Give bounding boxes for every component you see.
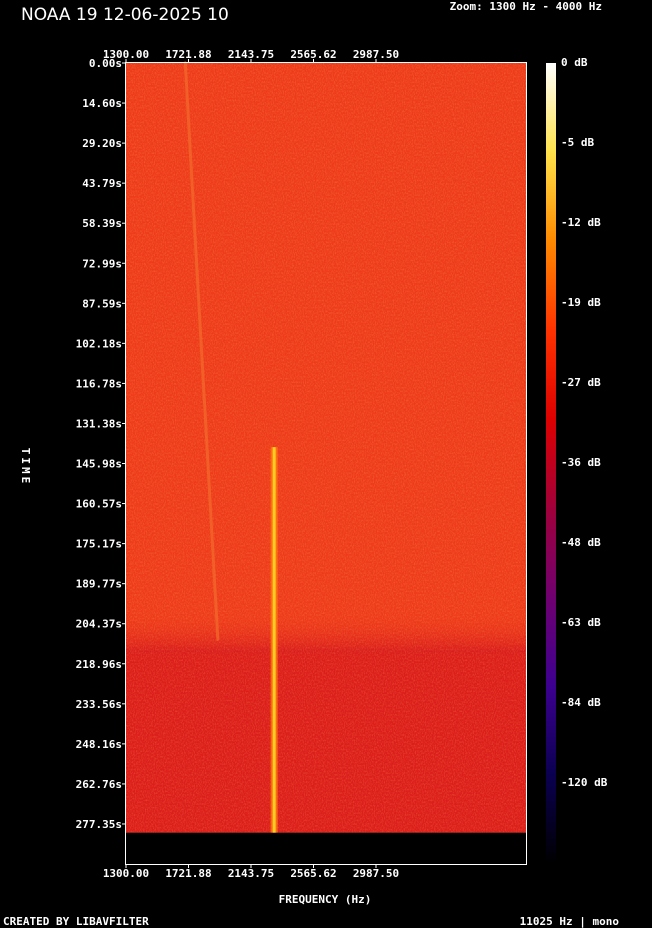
y-tick-label: 175.17s [76, 538, 122, 551]
colorbar-tick-label: -12 dB [561, 216, 601, 229]
y-tick-label: 43.79s [82, 177, 122, 190]
x-tick-bottom-label: 1721.88 [165, 867, 211, 880]
footer-sample-info: 11025 Hz | mono [519, 915, 619, 928]
y-tick-label: 233.56s [76, 698, 122, 711]
colorbar-tick-label: 0 dB [561, 56, 588, 69]
x-tick-top-label: 1721.88 [165, 48, 211, 61]
y-tick-label: 248.16s [76, 738, 122, 751]
colorbar: 0 dB -5 dB -12 dB -19 dB -27 dB -36 dB -48 dB -… [546, 56, 608, 864]
plot-area [125, 61, 527, 865]
colorbar-tick-label: -48 dB [561, 536, 601, 549]
y-tick-label: 0.00s [89, 57, 122, 70]
y-tick-label: 102.18s [76, 337, 122, 350]
y-tick-label: 189.77s [76, 578, 122, 591]
x-axis-top: 1300.00 1721.88 2143.75 2565.62 2987.50 [103, 48, 399, 63]
x-axis-label: FREQUENCY (Hz) [279, 893, 372, 906]
x-tick-bottom-label: 2565.62 [290, 867, 336, 880]
colorbar-tick-label: -27 dB [561, 376, 601, 389]
colorbar-tick-label: -19 dB [561, 296, 601, 309]
y-tick-label: 87.59s [82, 297, 122, 310]
spectrogram-chart: 1300.00 1721.88 2143.75 2565.62 2987.50 1300… [19, 48, 608, 906]
y-tick-label: 29.20s [82, 137, 122, 150]
x-axis-bottom: 1300.00 1721.88 2143.75 2565.62 2987.50 [103, 864, 399, 880]
x-tick-bottom-label: 2143.75 [228, 867, 274, 880]
y-tick-label: 72.99s [82, 257, 122, 270]
y-tick-label: 131.38s [76, 417, 122, 430]
y-tick-label: 204.37s [76, 618, 122, 631]
colorbar-tick-label: -120 dB [561, 776, 608, 789]
colorbar-ticks: 0 dB -5 dB -12 dB -19 dB -27 dB -36 dB -48 dB -… [561, 56, 608, 789]
colorbar-scale [546, 63, 556, 864]
x-tick-top-label: 2987.50 [353, 48, 399, 61]
y-axis-label: TIME [19, 448, 32, 487]
x-tick-top-label: 2565.62 [290, 48, 336, 61]
colorbar-tick-label: -84 dB [561, 696, 601, 709]
colorbar-tick-label: -63 dB [561, 616, 601, 629]
y-tick-label: 262.76s [76, 778, 122, 791]
footer-credit: CREATED BY LIBAVFILTER [3, 915, 149, 928]
y-axis: 0.00s 14.60s 29.20s 43.79s 58.39s 72.99s 87.59… [76, 57, 126, 831]
x-tick-bottom-label: 2987.50 [353, 867, 399, 880]
y-tick-label: 14.60s [82, 97, 122, 110]
y-tick-label: 277.35s [76, 818, 122, 831]
y-tick-label: 145.98s [76, 458, 122, 471]
y-tick-label: 58.39s [82, 217, 122, 230]
y-tick-label: 116.78s [76, 377, 122, 390]
y-tick-label: 218.96s [76, 658, 122, 671]
x-tick-top-label: 2143.75 [228, 48, 274, 61]
colorbar-tick-label: -36 dB [561, 456, 601, 469]
spectrogram-noise [126, 63, 526, 833]
y-tick-label: 160.57s [76, 498, 122, 511]
x-tick-bottom-label: 1300.00 [103, 867, 149, 880]
colorbar-tick-label: -5 dB [561, 136, 594, 149]
